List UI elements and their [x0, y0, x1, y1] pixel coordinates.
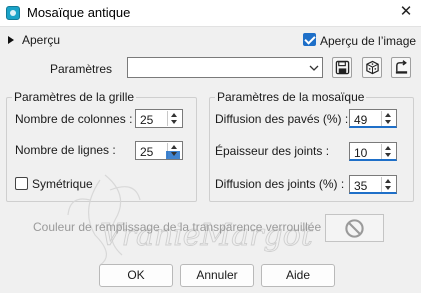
- rows-spin-buttons[interactable]: [166, 143, 181, 159]
- columns-label: Nombre de colonnes :: [15, 112, 133, 126]
- tile-diffusion-spin-buttons[interactable]: [381, 111, 395, 126]
- transparency-color-swatch[interactable]: [325, 214, 384, 242]
- random-preset-button[interactable]: [362, 57, 382, 78]
- save-preset-button[interactable]: [332, 57, 352, 78]
- preview-label: Aperçu: [22, 33, 61, 47]
- joint-thickness-stepper[interactable]: 10: [349, 142, 397, 161]
- grid-settings-group: Paramètres de la grille Nombre de colonn…: [6, 90, 197, 202]
- columns-spin-buttons[interactable]: [167, 111, 181, 126]
- image-preview-checkbox[interactable]: [303, 33, 316, 46]
- app-icon: [6, 6, 20, 20]
- save-icon: [335, 60, 350, 75]
- joint-diffusion-spin-buttons[interactable]: [381, 177, 395, 192]
- chevron-down-icon: [309, 65, 319, 71]
- spin-up-icon: [385, 179, 391, 183]
- spin-down-icon: [171, 120, 177, 124]
- tile-diffusion-value: 49: [354, 113, 368, 127]
- random-dice-icon: [366, 60, 379, 75]
- mosaic-settings-group: Paramètres de la mosaïque Diffusion des …: [209, 90, 414, 202]
- rows-stepper[interactable]: 25: [135, 141, 183, 160]
- rows-label: Nombre de lignes :: [15, 143, 116, 157]
- joint-thickness-label: Épaisseur des joints :: [215, 144, 330, 158]
- spin-up-icon: [385, 113, 391, 117]
- presets-label: Paramètres: [50, 62, 113, 76]
- tile-diffusion-stepper[interactable]: 49: [349, 109, 397, 128]
- close-icon[interactable]: ✕: [395, 2, 417, 22]
- spin-down-icon: [171, 152, 177, 156]
- presets-dropdown[interactable]: [127, 57, 323, 78]
- columns-value: 25: [140, 113, 154, 127]
- spin-down-icon: [385, 153, 391, 157]
- title-divider: [0, 26, 421, 27]
- joint-diffusion-label: Diffusion des joints (%) :: [215, 177, 345, 191]
- image-preview-label: Aperçu de l’image: [320, 34, 417, 48]
- symmetric-label: Symétrique: [32, 177, 93, 191]
- symmetric-checkbox[interactable]: [15, 177, 28, 190]
- cancel-button[interactable]: Annuler: [180, 264, 254, 287]
- spin-down-icon: [385, 120, 391, 124]
- mosaic-settings-title: Paramètres de la mosaïque: [215, 90, 367, 104]
- joint-diffusion-value: 35: [354, 179, 368, 193]
- transparency-fill-label: Couleur de remplissage de la transparenc…: [33, 220, 328, 234]
- reset-icon: [395, 60, 408, 74]
- columns-stepper[interactable]: 25: [135, 109, 183, 128]
- spin-up-icon: [171, 145, 177, 149]
- title-bar: Mosaïque antique ✕: [0, 0, 421, 26]
- window-title: Mosaïque antique: [27, 5, 131, 20]
- no-entry-icon: [345, 219, 364, 238]
- joint-diffusion-stepper[interactable]: 35: [349, 175, 397, 194]
- joint-thickness-spin-buttons[interactable]: [381, 144, 395, 159]
- tile-diffusion-label: Diffusion des pavés (%) :: [215, 112, 349, 126]
- spin-up-icon: [385, 146, 391, 150]
- grid-settings-title: Paramètres de la grille: [12, 90, 137, 104]
- chevron-right-icon: [8, 36, 14, 44]
- spin-up-icon: [171, 113, 177, 117]
- help-button[interactable]: Aide: [261, 264, 335, 287]
- reset-preset-button[interactable]: [391, 57, 411, 78]
- spin-down-icon: [385, 186, 391, 190]
- rows-value: 25: [140, 145, 154, 159]
- joint-thickness-value: 10: [354, 146, 368, 160]
- ok-button[interactable]: OK: [99, 264, 173, 287]
